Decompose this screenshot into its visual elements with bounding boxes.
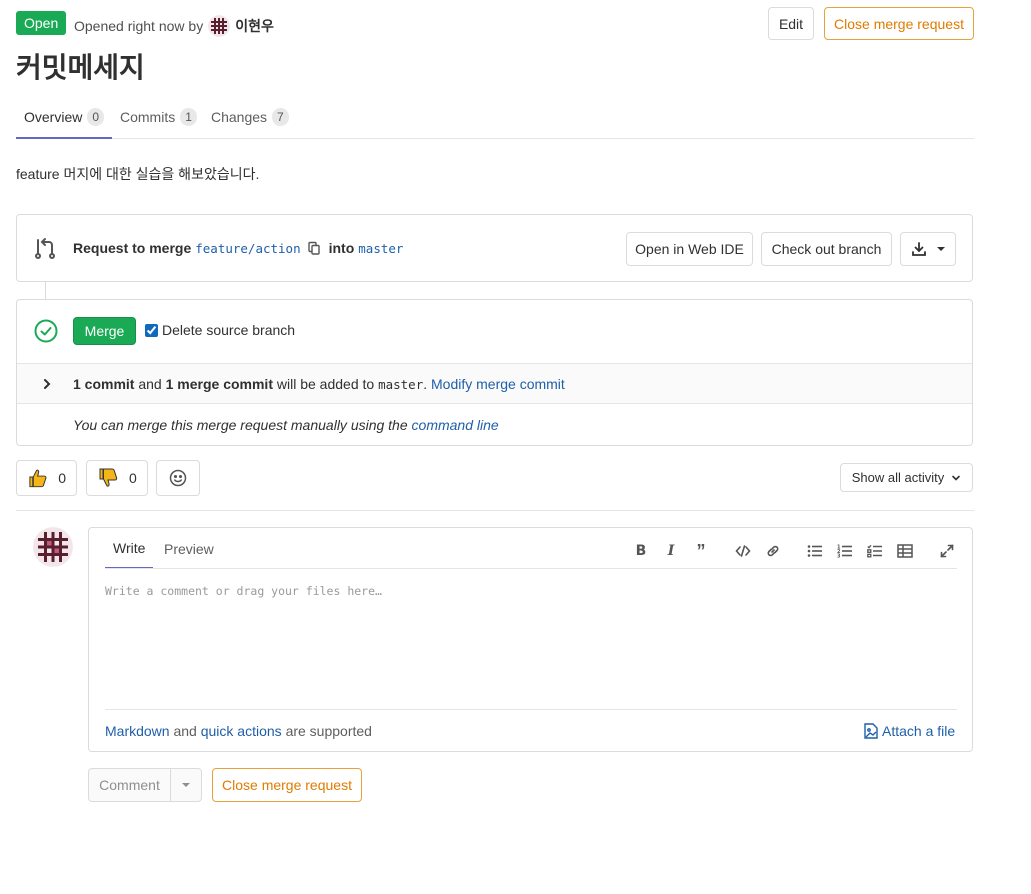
chevron-down-icon	[936, 247, 945, 251]
will-be-added: will be added to	[276, 376, 375, 392]
command-line-link[interactable]: command line	[412, 417, 499, 433]
commit-summary-row[interactable]: 1 commit and 1 merge commit will be adde…	[17, 363, 972, 404]
quick-actions-link[interactable]: quick actions	[201, 723, 282, 739]
tab-label: Changes	[211, 109, 268, 125]
manual-merge-text: You can merge this merge request manuall…	[73, 417, 408, 433]
task-list-icon[interactable]	[866, 542, 884, 560]
thumbs-down-count: 0	[129, 470, 137, 486]
tab-label: Overview	[24, 108, 83, 125]
check-out-branch-button[interactable]: Check out branch	[761, 232, 892, 266]
close-mr-bottom-button[interactable]: Close merge request	[212, 768, 362, 802]
thumbs-down-icon	[99, 468, 118, 487]
merge-commit-count: 1 merge commit	[165, 376, 273, 392]
caret-down-icon	[182, 783, 190, 787]
code-icon[interactable]	[734, 542, 752, 560]
comment-submit-button[interactable]: Comment	[89, 769, 171, 801]
italic-icon[interactable]: I	[662, 542, 680, 560]
link-icon[interactable]	[764, 542, 782, 560]
tab-write[interactable]: Write	[105, 528, 154, 569]
user-avatar[interactable]	[33, 527, 73, 567]
into-label: into	[328, 240, 355, 256]
download-dropdown-button[interactable]	[900, 232, 956, 266]
and-text: and	[173, 723, 197, 739]
manual-merge-note: You can merge this merge request manuall…	[73, 417, 499, 433]
thumbs-down-award[interactable]: 0	[86, 460, 148, 496]
attach-label: Attach a file	[882, 723, 956, 739]
merge-request-widget: Request to merge feature/action into mas…	[16, 214, 973, 282]
delete-source-checkbox[interactable]	[145, 323, 158, 337]
commit-and: and	[138, 376, 162, 392]
opened-text: Opened right now by	[74, 18, 204, 34]
delete-source-branch[interactable]: Delete source branch	[145, 322, 295, 338]
tab-overview[interactable]: Overview 0	[16, 96, 113, 139]
delete-source-label: Delete source branch	[162, 322, 296, 338]
smiley-icon	[169, 469, 187, 487]
comment-form: Write Preview B I ” 123 Markdown and	[88, 527, 973, 752]
tab-divider	[105, 568, 957, 569]
comment-options-dropdown[interactable]	[171, 769, 201, 801]
merge-target: master	[378, 377, 424, 392]
author-name[interactable]: 이현우	[235, 16, 274, 36]
svg-text:3: 3	[837, 554, 841, 559]
download-icon	[911, 242, 926, 256]
tab-commits[interactable]: Commits 1	[112, 96, 205, 138]
copy-icon[interactable]	[307, 241, 321, 255]
status-badge: Open	[16, 11, 67, 35]
target-branch[interactable]: master	[358, 241, 403, 256]
chevron-down-icon	[952, 475, 961, 481]
markdown-toolbar: B I ” 123	[632, 541, 956, 561]
mr-header: Open Opened right now by 이현우 Edit Close …	[16, 7, 974, 41]
merge-request-icon	[35, 238, 55, 259]
page-title: 커밋메세지	[16, 52, 145, 83]
thumbs-up-icon	[29, 469, 47, 488]
thumbs-up-award[interactable]: 0	[16, 460, 77, 496]
tab-preview[interactable]: Preview	[156, 528, 222, 569]
merge-widget: Merge Delete source branch 1 commit and …	[16, 299, 973, 446]
tab-count: 0	[87, 107, 105, 126]
bullet-list-icon[interactable]	[806, 542, 824, 560]
attach-file-button[interactable]: Attach a file	[864, 723, 955, 739]
thumbs-up-count: 0	[58, 470, 66, 486]
check-circle-icon	[34, 319, 58, 343]
add-reaction-button[interactable]	[156, 460, 200, 496]
commit-info: 1 commit and 1 merge commit will be adde…	[73, 376, 565, 392]
markdown-note: Markdown and quick actions are supported	[105, 723, 372, 739]
request-prefix: Request to merge	[73, 240, 192, 256]
activity-filter-dropdown[interactable]: Show all activity	[840, 463, 973, 492]
comment-split-button: Comment	[88, 768, 202, 802]
fullscreen-icon[interactable]	[938, 542, 956, 560]
merge-button[interactable]: Merge	[73, 317, 136, 345]
tab-count: 7	[272, 108, 289, 126]
tab-count: 1	[180, 108, 197, 126]
footer-divider	[105, 709, 957, 710]
merge-action-row: Merge Delete source branch	[17, 300, 972, 363]
commit-count: 1 commit	[73, 376, 135, 392]
modify-merge-commit-link[interactable]: Modify merge commit	[431, 376, 565, 392]
markdown-link[interactable]: Markdown	[105, 723, 170, 739]
divider	[16, 510, 974, 511]
open-web-ide-button[interactable]: Open in Web IDE	[626, 232, 753, 266]
numbered-list-icon[interactable]: 123	[836, 542, 854, 560]
source-branch[interactable]: feature/action	[195, 241, 300, 256]
image-icon	[864, 723, 878, 739]
mr-tabs: Overview 0 Commits 1 Changes 7	[16, 96, 974, 139]
quote-icon[interactable]: ”	[692, 541, 710, 561]
comment-input[interactable]	[105, 584, 955, 704]
edit-button[interactable]: Edit	[768, 7, 814, 40]
author-avatar[interactable]	[208, 15, 231, 37]
tab-changes[interactable]: Changes 7	[203, 96, 297, 138]
mr-description: feature 머지에 대한 실습을 해보았습니다.	[16, 166, 260, 182]
close-mr-button[interactable]: Close merge request	[824, 7, 974, 40]
activity-filter-label: Show all activity	[851, 470, 945, 485]
opened-info: Opened right now by 이현우	[74, 15, 274, 37]
supported-text: are supported	[285, 723, 372, 739]
widget-connector	[45, 282, 46, 299]
chevron-right-icon[interactable]	[41, 377, 53, 391]
bold-icon[interactable]: B	[632, 542, 650, 560]
table-icon[interactable]	[896, 542, 914, 560]
tab-label: Commits	[120, 109, 176, 125]
merge-request-text: Request to merge feature/action into mas…	[73, 240, 407, 256]
period: .	[423, 376, 428, 392]
